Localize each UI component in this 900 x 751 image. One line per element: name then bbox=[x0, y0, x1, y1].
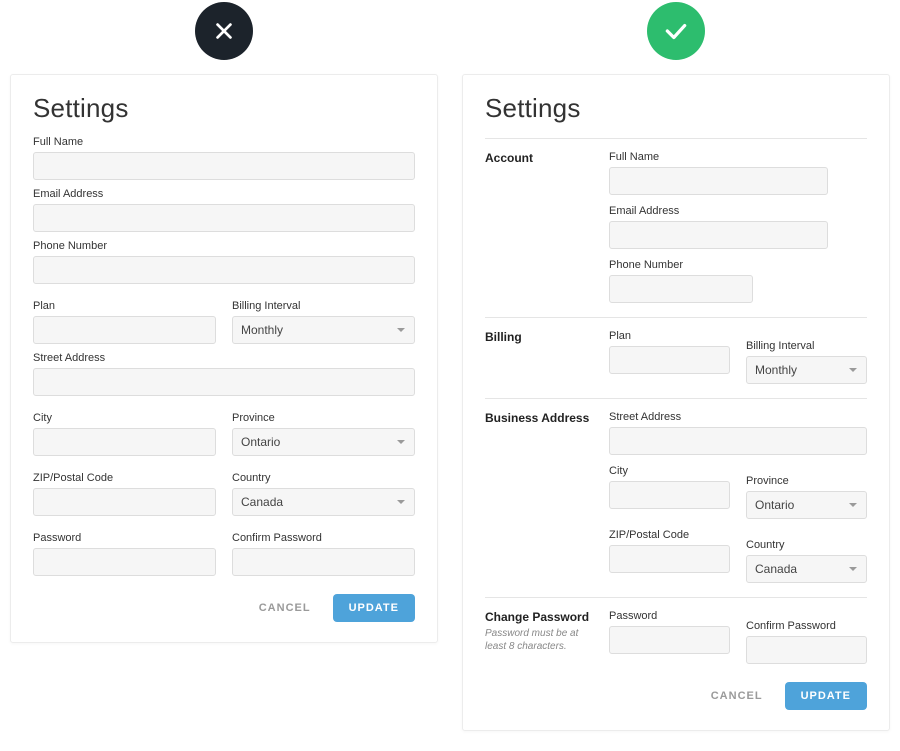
province-label: Province bbox=[746, 475, 867, 487]
bad-example-badge bbox=[195, 2, 253, 60]
page-title: Settings bbox=[33, 93, 415, 124]
password-label: Password bbox=[33, 532, 216, 544]
city-label: City bbox=[609, 465, 730, 477]
confirm-password-input[interactable] bbox=[746, 636, 867, 664]
cancel-button[interactable]: CANCEL bbox=[253, 601, 317, 615]
country-select[interactable]: Canada bbox=[232, 488, 415, 516]
country-label: Country bbox=[232, 472, 415, 484]
form-actions: CANCEL UPDATE bbox=[485, 682, 867, 710]
province-select[interactable]: Ontario bbox=[232, 428, 415, 456]
plan-input[interactable] bbox=[33, 316, 216, 344]
update-button[interactable]: UPDATE bbox=[333, 594, 415, 622]
zip-label: ZIP/Postal Code bbox=[609, 529, 730, 541]
password-hint: Password must be at least 8 characters. bbox=[485, 628, 593, 653]
email-label: Email Address bbox=[609, 205, 867, 217]
province-label: Province bbox=[232, 412, 415, 424]
street-input[interactable] bbox=[33, 368, 415, 396]
street-input[interactable] bbox=[609, 427, 867, 455]
zip-input[interactable] bbox=[33, 488, 216, 516]
full-name-label: Full Name bbox=[33, 136, 415, 148]
full-name-label: Full Name bbox=[609, 151, 867, 163]
full-name-input[interactable] bbox=[609, 167, 828, 195]
billing-interval-value: Monthly bbox=[241, 323, 283, 337]
province-select[interactable]: Ontario bbox=[746, 491, 867, 519]
settings-card-grouped: Settings Account Full Name Email Address… bbox=[462, 74, 890, 731]
chevron-down-icon bbox=[396, 497, 406, 507]
confirm-password-label: Confirm Password bbox=[746, 620, 867, 632]
chevron-down-icon bbox=[396, 325, 406, 335]
phone-label: Phone Number bbox=[609, 259, 867, 271]
password-input[interactable] bbox=[609, 626, 730, 654]
update-button[interactable]: UPDATE bbox=[785, 682, 867, 710]
chevron-down-icon bbox=[848, 564, 858, 574]
country-value: Canada bbox=[755, 562, 797, 576]
confirm-password-label: Confirm Password bbox=[232, 532, 415, 544]
cancel-button[interactable]: CANCEL bbox=[705, 689, 769, 703]
password-label: Password bbox=[609, 610, 730, 622]
province-value: Ontario bbox=[755, 498, 794, 512]
country-select[interactable]: Canada bbox=[746, 555, 867, 583]
divider bbox=[485, 317, 867, 318]
billing-interval-value: Monthly bbox=[755, 363, 797, 377]
good-example-badge bbox=[647, 2, 705, 60]
street-label: Street Address bbox=[33, 352, 415, 364]
country-label: Country bbox=[746, 539, 867, 551]
plan-label: Plan bbox=[609, 330, 730, 342]
x-icon bbox=[213, 20, 235, 42]
divider bbox=[485, 597, 867, 598]
plan-label: Plan bbox=[33, 300, 216, 312]
confirm-password-input[interactable] bbox=[232, 548, 415, 576]
province-value: Ontario bbox=[241, 435, 280, 449]
form-actions: CANCEL UPDATE bbox=[33, 594, 415, 622]
zip-input[interactable] bbox=[609, 545, 730, 573]
page-title: Settings bbox=[485, 93, 867, 124]
group-title-billing: Billing bbox=[485, 330, 593, 344]
city-label: City bbox=[33, 412, 216, 424]
chevron-down-icon bbox=[396, 437, 406, 447]
email-label: Email Address bbox=[33, 188, 415, 200]
billing-interval-select[interactable]: Monthly bbox=[232, 316, 415, 344]
email-input[interactable] bbox=[33, 204, 415, 232]
email-input[interactable] bbox=[609, 221, 828, 249]
city-input[interactable] bbox=[33, 428, 216, 456]
city-input[interactable] bbox=[609, 481, 730, 509]
check-icon bbox=[663, 18, 689, 44]
divider bbox=[485, 138, 867, 139]
settings-card-flat: Settings Full Name Email Address Phone N… bbox=[10, 74, 438, 643]
chevron-down-icon bbox=[848, 500, 858, 510]
billing-interval-label: Billing Interval bbox=[746, 340, 867, 352]
divider bbox=[485, 398, 867, 399]
phone-input[interactable] bbox=[609, 275, 753, 303]
password-input[interactable] bbox=[33, 548, 216, 576]
group-title-account: Account bbox=[485, 151, 593, 165]
group-title-address: Business Address bbox=[485, 411, 593, 425]
phone-label: Phone Number bbox=[33, 240, 415, 252]
group-title-password: Change Password bbox=[485, 610, 593, 624]
chevron-down-icon bbox=[848, 365, 858, 375]
country-value: Canada bbox=[241, 495, 283, 509]
full-name-input[interactable] bbox=[33, 152, 415, 180]
zip-label: ZIP/Postal Code bbox=[33, 472, 216, 484]
plan-input[interactable] bbox=[609, 346, 730, 374]
phone-input[interactable] bbox=[33, 256, 415, 284]
billing-interval-select[interactable]: Monthly bbox=[746, 356, 867, 384]
billing-interval-label: Billing Interval bbox=[232, 300, 415, 312]
street-label: Street Address bbox=[609, 411, 867, 423]
